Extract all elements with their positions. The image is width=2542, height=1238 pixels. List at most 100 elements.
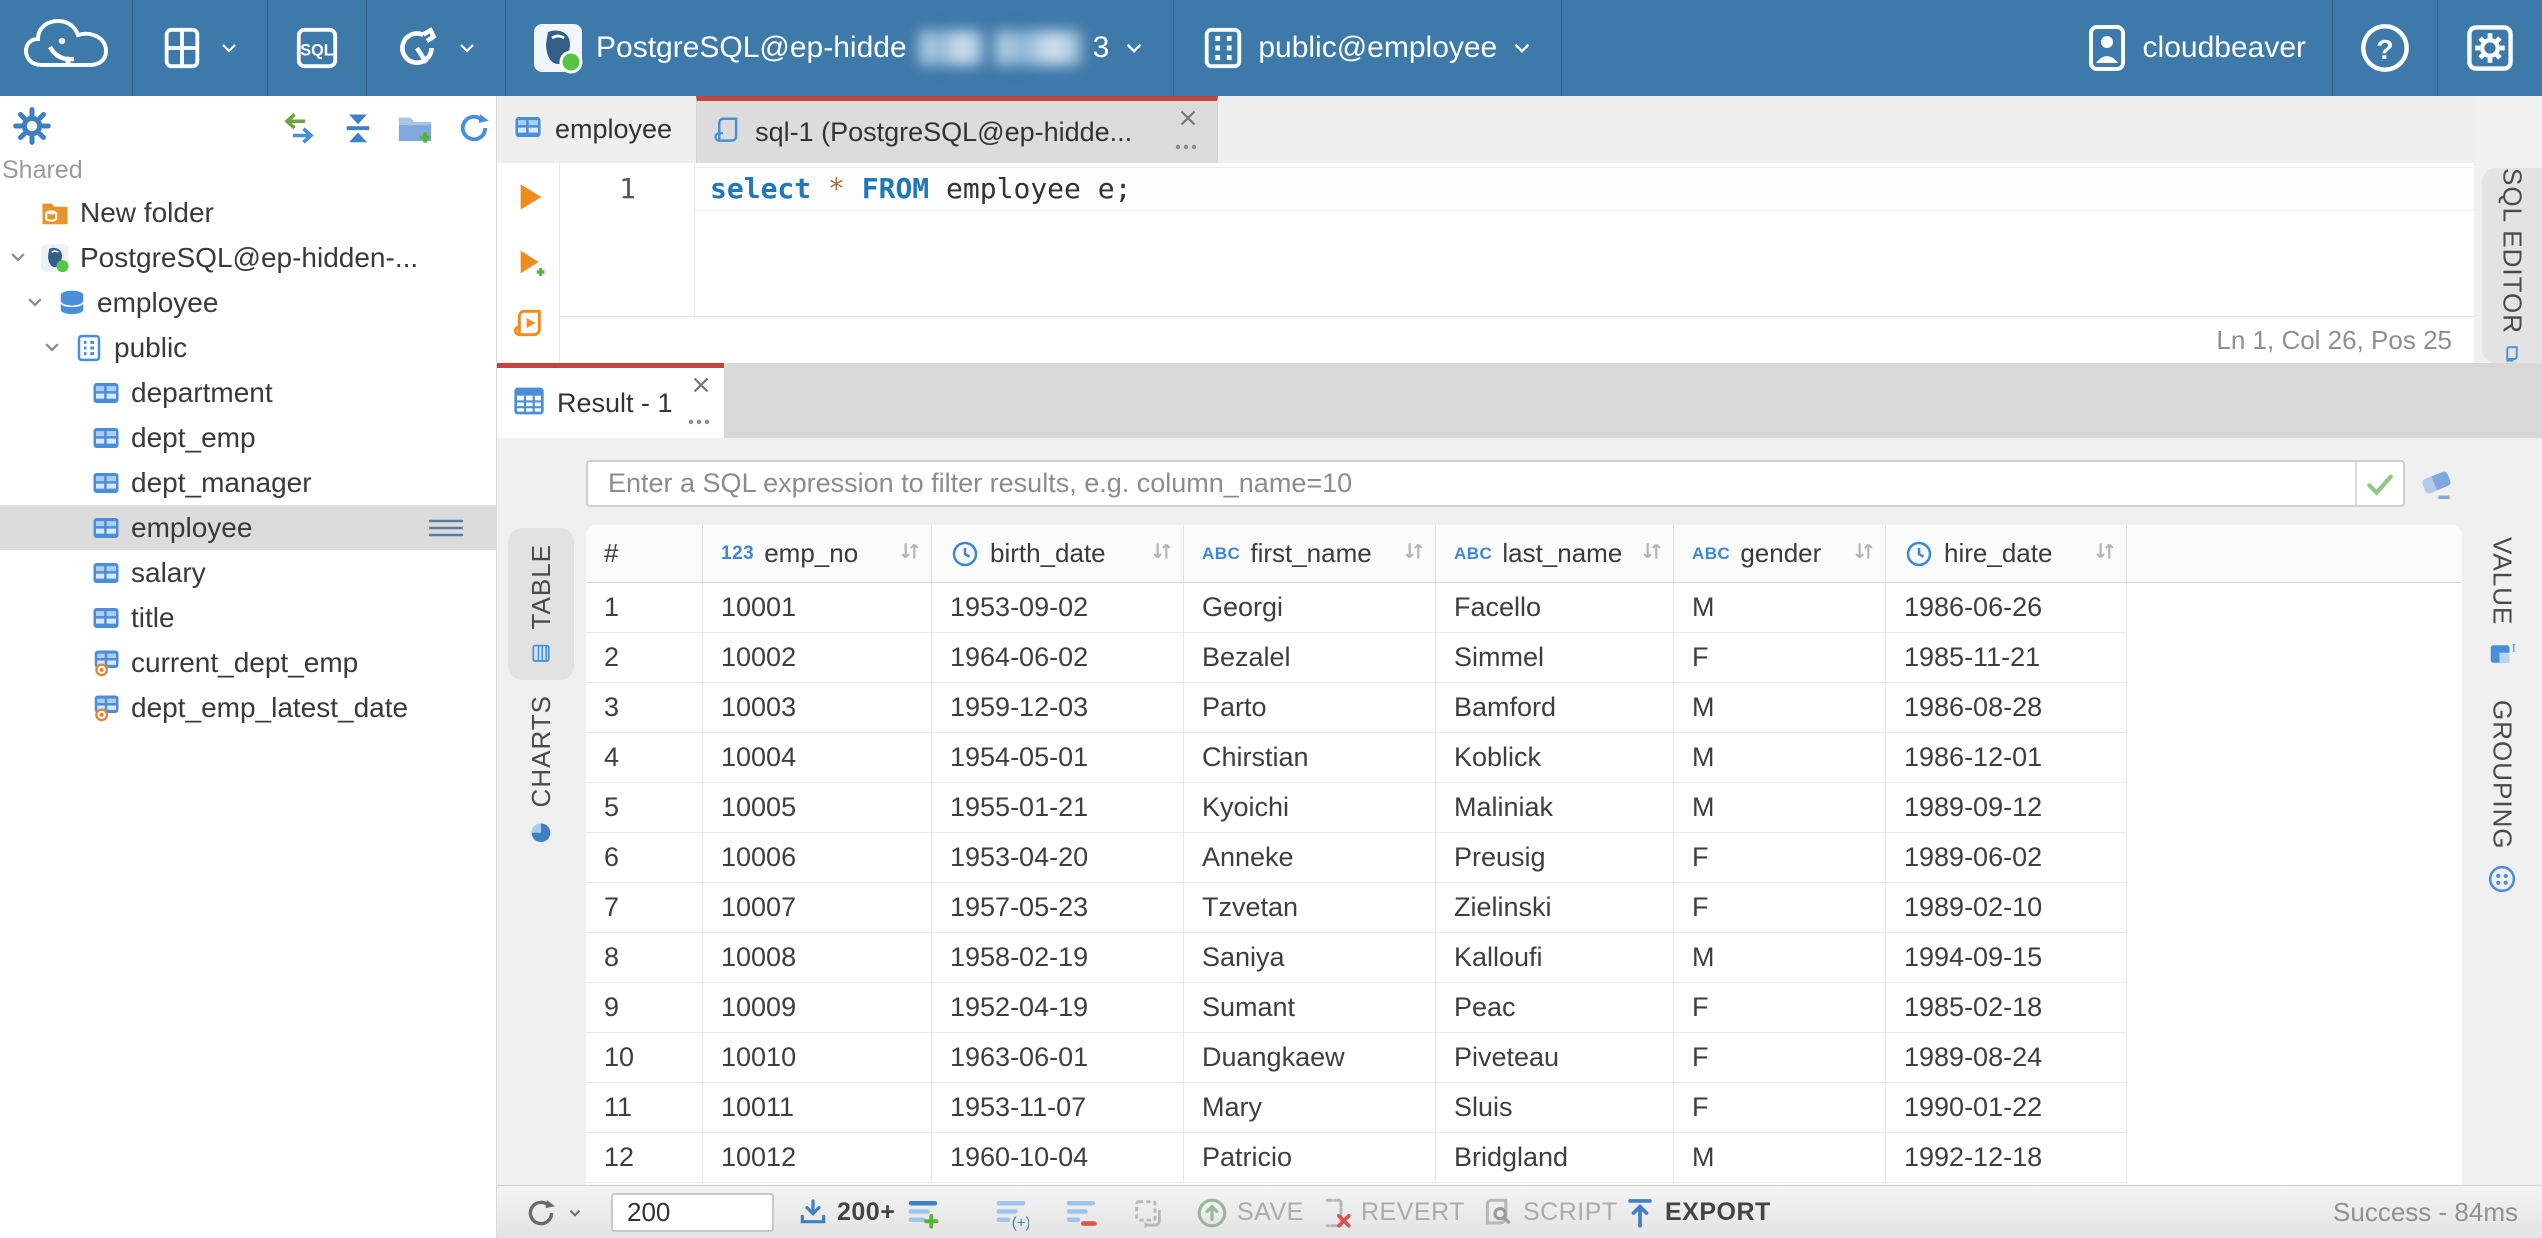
settings-button[interactable] bbox=[2438, 0, 2542, 96]
data-cell[interactable]: 1953-11-07 bbox=[932, 1083, 1184, 1133]
data-cell[interactable]: 1989-02-10 bbox=[1886, 883, 2127, 933]
save-button[interactable]: SAVE bbox=[1195, 1186, 1304, 1238]
chevron-down-icon[interactable] bbox=[25, 292, 45, 317]
data-cell[interactable]: 1957-05-23 bbox=[932, 883, 1184, 933]
data-cell[interactable]: Piveteau bbox=[1436, 1033, 1674, 1083]
data-cell[interactable]: Saniya bbox=[1184, 933, 1436, 983]
data-cell[interactable]: Patricio bbox=[1184, 1133, 1436, 1183]
tree-item-employee[interactable]: employee bbox=[0, 280, 497, 325]
data-cell[interactable]: F bbox=[1674, 983, 1886, 1033]
data-cell[interactable]: M bbox=[1674, 933, 1886, 983]
row-number-cell[interactable]: 3 bbox=[586, 683, 703, 733]
refresh-result-button[interactable] bbox=[524, 1186, 584, 1238]
row-number-cell[interactable]: 9 bbox=[586, 983, 703, 1033]
data-cell[interactable]: 10003 bbox=[703, 683, 932, 733]
data-cell[interactable]: 1952-04-19 bbox=[932, 983, 1184, 1033]
data-cell[interactable]: 10007 bbox=[703, 883, 932, 933]
data-cell[interactable]: Koblick bbox=[1436, 733, 1674, 783]
refresh-tree-button[interactable] bbox=[456, 110, 492, 151]
data-cell[interactable]: 1985-11-21 bbox=[1886, 633, 2127, 683]
data-cell[interactable]: 1959-12-03 bbox=[932, 683, 1184, 733]
data-cell[interactable]: 1986-06-26 bbox=[1886, 583, 2127, 633]
row-number-cell[interactable]: 6 bbox=[586, 833, 703, 883]
data-cell[interactable]: 10004 bbox=[703, 733, 932, 783]
tree-item-dept-manager[interactable]: dept_manager bbox=[0, 460, 497, 505]
filter-input[interactable] bbox=[588, 462, 2355, 505]
data-cell[interactable]: 1953-04-20 bbox=[932, 833, 1184, 883]
data-cell[interactable]: 10010 bbox=[703, 1033, 932, 1083]
column-header-emp_no[interactable]: 123 emp_no bbox=[703, 525, 932, 582]
data-cell[interactable]: Bezalel bbox=[1184, 633, 1436, 683]
revert-button[interactable]: REVERT bbox=[1319, 1186, 1465, 1238]
sync-connection-button[interactable] bbox=[281, 110, 317, 151]
data-cell[interactable]: Tzvetan bbox=[1184, 883, 1436, 933]
data-cell[interactable]: 10012 bbox=[703, 1133, 932, 1183]
data-cell[interactable]: 10009 bbox=[703, 983, 932, 1033]
tree-item-postgresql-ep-hidden-[interactable]: PostgreSQL@ep-hidden-... bbox=[0, 235, 497, 280]
column-header-hire_date[interactable]: hire_date bbox=[1886, 525, 2127, 582]
connection-selector[interactable]: PostgreSQL@ep-hidde 3 bbox=[506, 0, 1173, 96]
data-cell[interactable]: Georgi bbox=[1184, 583, 1436, 633]
data-cell[interactable]: 1986-08-28 bbox=[1886, 683, 2127, 733]
data-cell[interactable]: M bbox=[1674, 1133, 1886, 1183]
collapse-all-button[interactable] bbox=[340, 110, 376, 151]
tab-charts-view[interactable]: CHARTS bbox=[508, 695, 574, 845]
data-cell[interactable]: M bbox=[1674, 583, 1886, 633]
row-number-cell[interactable]: 8 bbox=[586, 933, 703, 983]
sort-icon[interactable] bbox=[1149, 538, 1175, 569]
new-folder-button[interactable] bbox=[396, 110, 434, 151]
clear-filter-button[interactable] bbox=[2416, 464, 2456, 507]
sort-icon[interactable] bbox=[1851, 538, 1877, 569]
data-cell[interactable]: 10002 bbox=[703, 633, 932, 683]
tab-result-1[interactable]: Result - 1 bbox=[497, 363, 724, 438]
close-icon[interactable] bbox=[1175, 105, 1201, 136]
data-cell[interactable]: Parto bbox=[1184, 683, 1436, 733]
data-cell[interactable]: 10011 bbox=[703, 1083, 932, 1133]
data-cell[interactable]: 1989-06-02 bbox=[1886, 833, 2127, 883]
data-cell[interactable]: F bbox=[1674, 633, 1886, 683]
column-header-birth_date[interactable]: birth_date bbox=[932, 525, 1184, 582]
data-cell[interactable]: Preusig bbox=[1436, 833, 1674, 883]
tree-item-current-dept-emp[interactable]: current_dept_emp bbox=[0, 640, 497, 685]
data-cell[interactable]: Mary bbox=[1184, 1083, 1436, 1133]
app-logo[interactable] bbox=[0, 0, 132, 96]
sql-editor[interactable]: 1 select * FROM employee e; Ln 1, Col 26… bbox=[497, 163, 2474, 363]
driver-manager-button[interactable] bbox=[367, 0, 505, 96]
tab-employee[interactable]: employee bbox=[497, 96, 696, 163]
data-cell[interactable]: 1958-02-19 bbox=[932, 933, 1184, 983]
row-number-cell[interactable]: 4 bbox=[586, 733, 703, 783]
execute-script-button[interactable] bbox=[514, 308, 546, 345]
data-cell[interactable]: F bbox=[1674, 833, 1886, 883]
data-cell[interactable]: 1994-09-15 bbox=[1886, 933, 2127, 983]
data-cell[interactable]: F bbox=[1674, 1033, 1886, 1083]
apply-filter-button[interactable] bbox=[2355, 462, 2403, 505]
fetch-more-button[interactable]: 200+ bbox=[797, 1186, 895, 1238]
data-cell[interactable]: 1990-01-22 bbox=[1886, 1083, 2127, 1133]
row-number-cell[interactable]: 7 bbox=[586, 883, 703, 933]
paste-grid-button[interactable] bbox=[1131, 1186, 1165, 1238]
data-cell[interactable]: 1955-01-21 bbox=[932, 783, 1184, 833]
sort-icon[interactable] bbox=[897, 538, 923, 569]
tree-item-public[interactable]: public bbox=[0, 325, 497, 370]
tab-menu-icon[interactable] bbox=[686, 414, 712, 432]
tree-item-dept-emp[interactable]: dept_emp bbox=[0, 415, 497, 460]
data-cell[interactable]: Kyoichi bbox=[1184, 783, 1436, 833]
sort-icon[interactable] bbox=[1401, 538, 1427, 569]
tab-grouping-panel[interactable]: GROUPING bbox=[2470, 700, 2534, 894]
data-cell[interactable]: M bbox=[1674, 733, 1886, 783]
row-number-cell[interactable]: 11 bbox=[586, 1083, 703, 1133]
column-header-rownum[interactable]: # bbox=[586, 525, 703, 582]
row-number-cell[interactable]: 10 bbox=[586, 1033, 703, 1083]
schema-selector[interactable]: public@employee bbox=[1174, 0, 1561, 96]
help-button[interactable]: ? bbox=[2333, 0, 2437, 96]
sort-icon[interactable] bbox=[2092, 538, 2118, 569]
data-cell[interactable]: 10008 bbox=[703, 933, 932, 983]
data-cell[interactable]: 1989-09-12 bbox=[1886, 783, 2127, 833]
data-cell[interactable]: Anneke bbox=[1184, 833, 1436, 883]
data-cell[interactable]: Peac bbox=[1436, 983, 1674, 1033]
tab-menu-icon[interactable] bbox=[1173, 139, 1199, 157]
execute-new-tab-button[interactable] bbox=[514, 248, 546, 285]
data-cell[interactable]: 1963-06-01 bbox=[932, 1033, 1184, 1083]
data-cell[interactable]: M bbox=[1674, 783, 1886, 833]
data-cell[interactable]: Simmel bbox=[1436, 633, 1674, 683]
